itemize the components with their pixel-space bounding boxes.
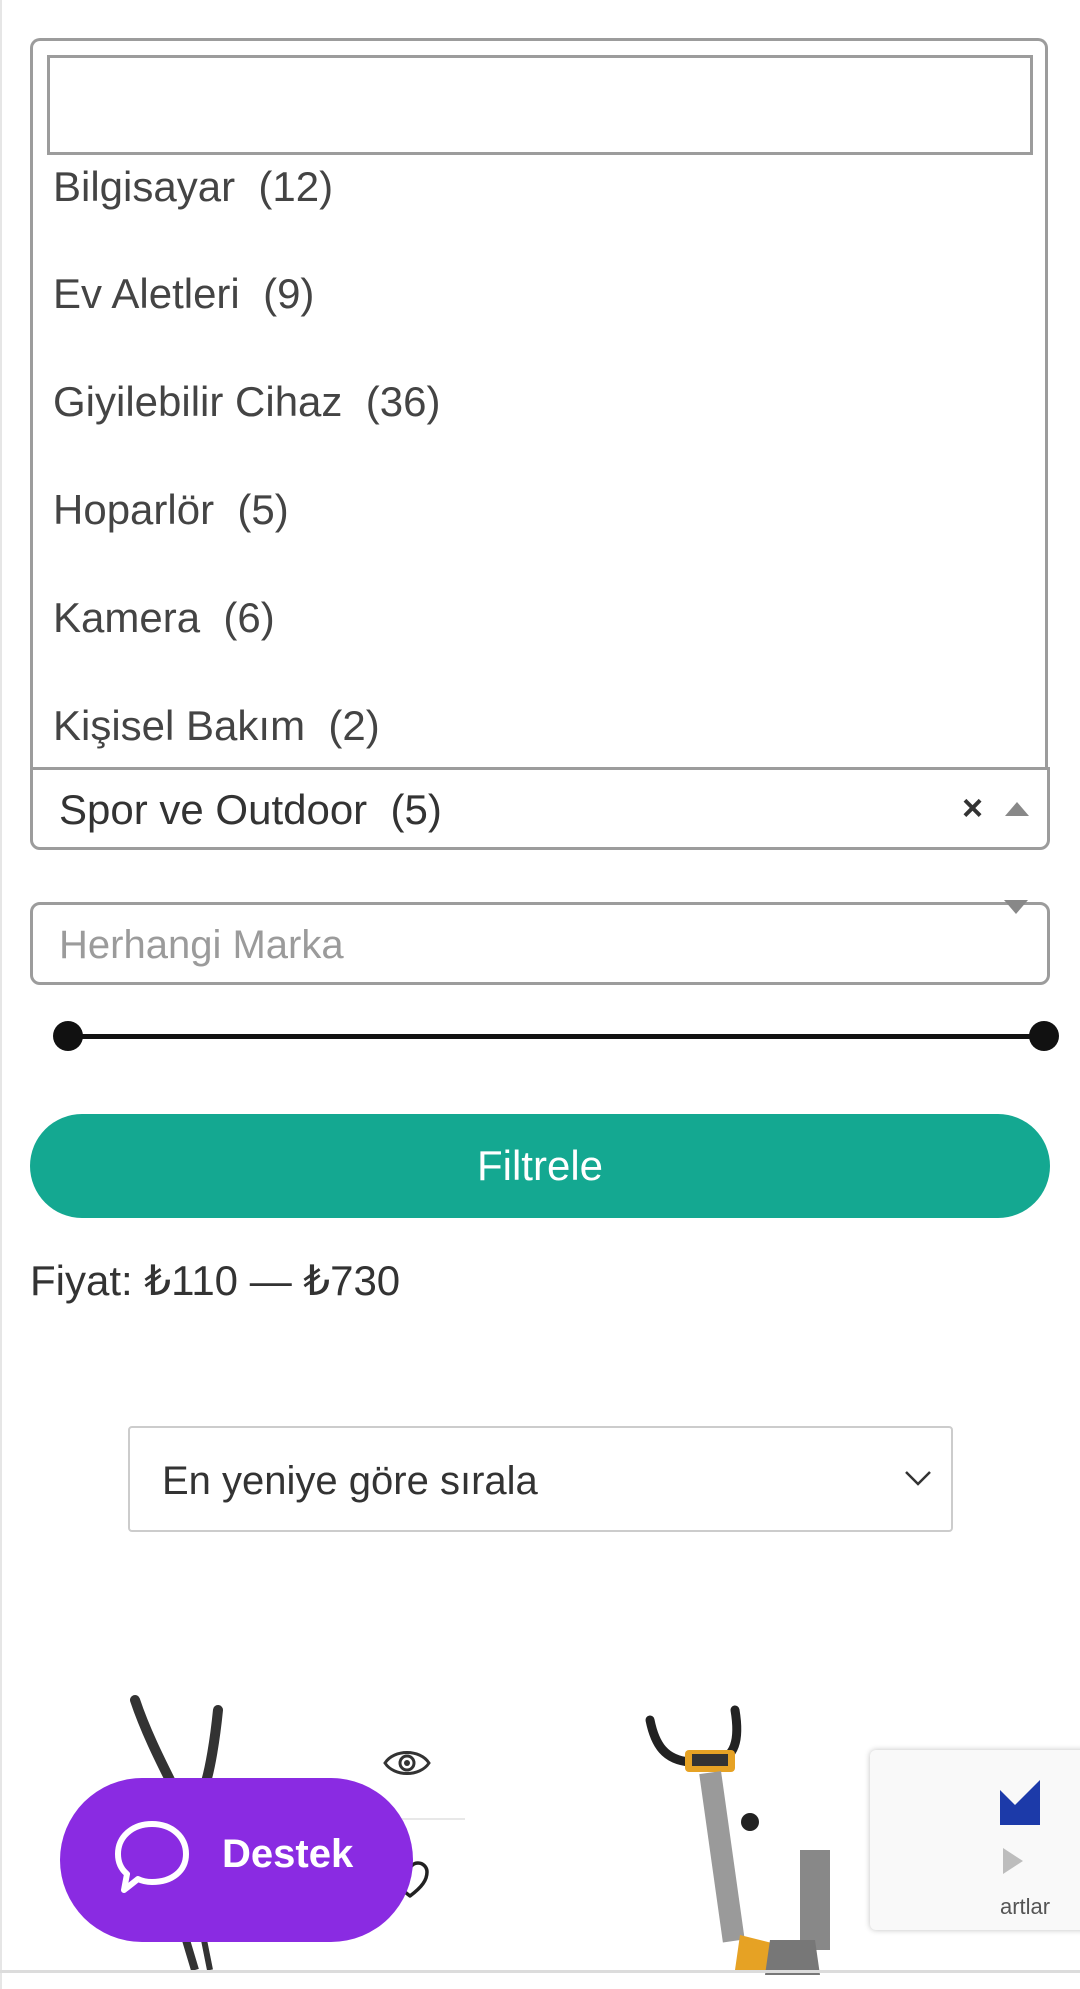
category-option-kisisel-bakim[interactable]: Kişisel Bakım (2) (53, 705, 380, 747)
category-option-bilgisayar[interactable]: Bilgisayar (12) (53, 166, 333, 208)
chat-bubble-icon (115, 1821, 189, 1893)
category-select[interactable]: Spor ve Outdoor (5) × (30, 767, 1050, 850)
recaptcha-badge[interactable]: artlar (870, 1750, 1080, 1930)
support-button[interactable]: Destek (60, 1778, 413, 1942)
price-slider-min-handle[interactable] (53, 1021, 83, 1051)
category-option-kamera[interactable]: Kamera (6) (53, 597, 275, 639)
recaptcha-logo-icon (1000, 1780, 1040, 1825)
price-slider-track[interactable] (68, 1034, 1044, 1039)
sort-select[interactable]: En yeniye göre sırala (128, 1426, 953, 1532)
category-dropdown-panel: Bilgisayar (12) Ev Aletleri (9) Giyilebi… (30, 38, 1048, 768)
price-range-text: Fiyat: ₺110 — ₺730 (30, 1257, 401, 1304)
price-slider-max-handle[interactable] (1029, 1021, 1059, 1051)
category-selected-value: Spor ve Outdoor (5) (59, 786, 442, 833)
page-border (0, 0, 2, 1989)
sort-selected-value: En yeniye göre sırala (162, 1459, 538, 1503)
eye-icon[interactable] (382, 1745, 432, 1781)
brand-select[interactable]: Herhangi Marka (30, 902, 1050, 985)
chevron-down-icon (905, 1471, 931, 1486)
clear-icon[interactable]: × (962, 790, 983, 826)
bottom-divider (0, 1970, 1080, 1973)
arrow-up-icon[interactable] (1005, 802, 1029, 816)
category-option-ev-aletleri[interactable]: Ev Aletleri (9) (53, 273, 314, 315)
category-option-giyilebilir-cihaz[interactable]: Giyilebilir Cihaz (36) (53, 381, 440, 423)
category-search-input[interactable] (47, 55, 1033, 155)
filter-button[interactable]: Filtrele (30, 1114, 1050, 1218)
recaptcha-text: artlar (1000, 1894, 1051, 1919)
brand-placeholder: Herhangi Marka (59, 923, 344, 967)
product-image-exercise-bike[interactable] (640, 1700, 890, 1975)
category-option-hoparlor[interactable]: Hoparlör (5) (53, 489, 289, 531)
support-label: Destek (222, 1832, 354, 1876)
arrow-down-icon[interactable] (1004, 900, 1028, 914)
recaptcha-arrow-icon (1003, 1848, 1023, 1874)
